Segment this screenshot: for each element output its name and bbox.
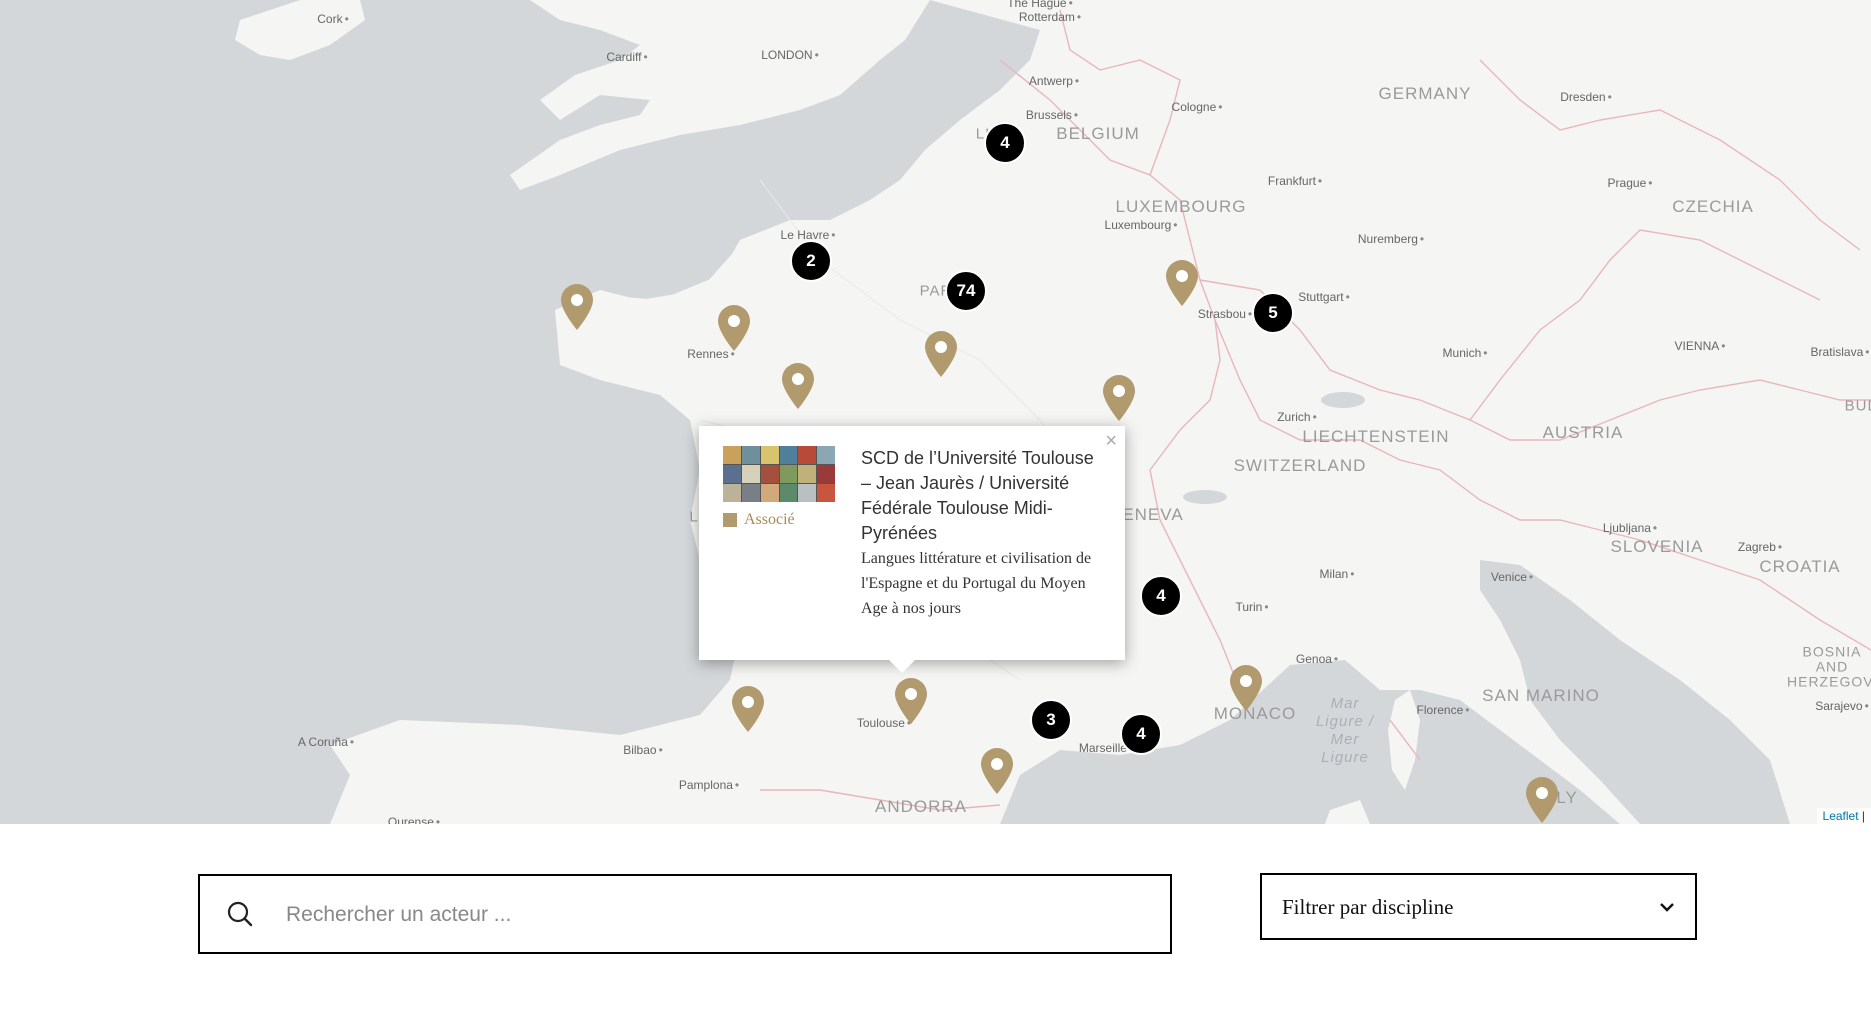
region-label: GERMANY <box>1378 84 1472 103</box>
map-pin-icon <box>1103 375 1135 421</box>
map-marker-pin[interactable] <box>1228 664 1264 712</box>
popup-thumbnail-image <box>723 446 835 502</box>
map[interactable]: Cork Cardiff LONDON The HagueRotterdam Antwe… <box>0 0 1871 824</box>
map-marker-pin[interactable] <box>1101 374 1137 422</box>
place-label: Cardiff <box>606 50 647 64</box>
marker-cluster[interactable]: 4 <box>1120 713 1162 755</box>
map-pin-icon <box>561 284 593 330</box>
marker-cluster[interactable]: 2 <box>790 240 832 282</box>
place-label: A Coruña <box>298 735 354 749</box>
marker-cluster[interactable]: 4 <box>1140 575 1182 617</box>
region-label: BELGIUM <box>1056 124 1140 143</box>
place-label: The Hague <box>1007 0 1073 10</box>
search-box[interactable] <box>198 874 1172 954</box>
map-pin-icon <box>981 748 1013 794</box>
place-label: Turin <box>1235 600 1268 614</box>
map-marker-pin[interactable] <box>1524 776 1560 824</box>
map-pin-icon <box>718 305 750 351</box>
map-marker-pin[interactable] <box>979 747 1015 795</box>
place-label: Frankfurt <box>1268 174 1322 188</box>
leaflet-link[interactable]: Leaflet <box>1823 809 1859 823</box>
place-label: LONDON <box>761 48 819 62</box>
marker-cluster[interactable]: 3 <box>1030 699 1072 741</box>
place-label: Antwerp <box>1029 74 1079 88</box>
place-label: Cork <box>317 12 349 26</box>
place-label: Zagreb <box>1738 540 1782 554</box>
discipline-filter-select[interactable]: Filtrer par discipline <box>1260 873 1697 940</box>
marker-cluster[interactable]: 74 <box>945 270 987 312</box>
place-label: Pamplona <box>679 778 739 792</box>
map-marker-pin[interactable] <box>923 330 959 378</box>
chevron-down-icon <box>1660 903 1674 912</box>
region-label: SLOVENIA <box>1610 537 1704 556</box>
map-marker-pin[interactable] <box>730 685 766 733</box>
map-pin-icon <box>732 686 764 732</box>
region-label: ANDORRA <box>874 797 968 816</box>
region-label: AUSTRIA <box>1542 423 1624 442</box>
place-label: Sarajevo <box>1815 699 1869 713</box>
map-marker-pin[interactable] <box>559 283 595 331</box>
place-label: Zurich <box>1277 410 1317 424</box>
place-label: Ljubljana <box>1603 521 1657 535</box>
map-marker-pin[interactable] <box>1164 259 1200 307</box>
map-attribution: Leaflet | <box>1816 808 1871 824</box>
popup-description: Langues littérature et civilisation de l… <box>861 550 1092 617</box>
region-label: CZECHIA <box>1672 197 1754 216</box>
region-label: BOSNIA AND HERZEGOVI <box>1787 643 1871 690</box>
marker-popup: × Associé SCD de l’Université Toulouse –… <box>699 426 1125 660</box>
sea-label: Mar Ligure / Mer Ligure <box>1315 695 1375 766</box>
place-label: Ourense <box>388 815 440 824</box>
place-label: Bratislava <box>1811 345 1870 359</box>
place-label: Dresden <box>1560 90 1612 104</box>
map-pin-icon <box>925 331 957 377</box>
place-label: Stuttgart <box>1298 290 1350 304</box>
place-label: Rotterdam <box>1019 10 1081 24</box>
marker-cluster[interactable]: 5 <box>1252 292 1294 334</box>
place-label: VIENNA <box>1675 339 1726 353</box>
region-label: CROATIA <box>1759 557 1841 576</box>
map-pin-icon <box>1166 260 1198 306</box>
place-label: Brussels <box>1026 108 1078 122</box>
place-label: Luxembourg <box>1105 218 1178 232</box>
popup-category-label: Associé <box>744 511 795 528</box>
marker-cluster[interactable]: 4 <box>984 122 1026 164</box>
filter-label: Filtrer par discipline <box>1282 895 1454 919</box>
place-label: Venice <box>1491 570 1533 584</box>
place-label: Cologne <box>1172 100 1223 114</box>
region-label: LIECHTENSTEIN <box>1302 427 1450 446</box>
place-label: Prague <box>1608 176 1653 190</box>
place-label: Strasbou <box>1198 307 1252 321</box>
region-label: LUXEMBOURG <box>1115 197 1247 216</box>
region-label: SAN MARINO <box>1482 686 1600 705</box>
popup-title: SCD de l’Université Toulouse – Jean Jaur… <box>861 448 1094 543</box>
attribution-separator: | <box>1858 809 1865 823</box>
place-label: Milan <box>1320 567 1355 581</box>
place-label: Munich <box>1443 346 1488 360</box>
popup-category-badge: Associé <box>723 511 795 529</box>
map-pin-icon <box>1526 777 1558 823</box>
partial-place-label: Bud <box>1844 397 1871 415</box>
map-pin-icon <box>1230 665 1262 711</box>
map-pin-icon <box>895 678 927 724</box>
popup-close-button[interactable]: × <box>1105 430 1117 453</box>
category-square-icon <box>723 513 737 527</box>
place-label: Florence <box>1417 703 1470 717</box>
map-marker-pin[interactable] <box>780 362 816 410</box>
map-marker-pin[interactable] <box>893 677 929 725</box>
region-label: SWITZERLAND <box>1233 456 1367 475</box>
map-pin-icon <box>782 363 814 409</box>
place-label: Nuremberg <box>1358 232 1424 246</box>
region-label: ENEVA <box>1122 505 1184 524</box>
place-label: Bilbao <box>623 743 663 757</box>
map-marker-pin[interactable] <box>716 304 752 352</box>
search-input[interactable] <box>284 894 1148 936</box>
popup-tip <box>889 660 915 673</box>
search-icon <box>227 901 253 927</box>
partial-place-label: L <box>689 508 699 526</box>
place-label: Genoa <box>1296 652 1338 666</box>
